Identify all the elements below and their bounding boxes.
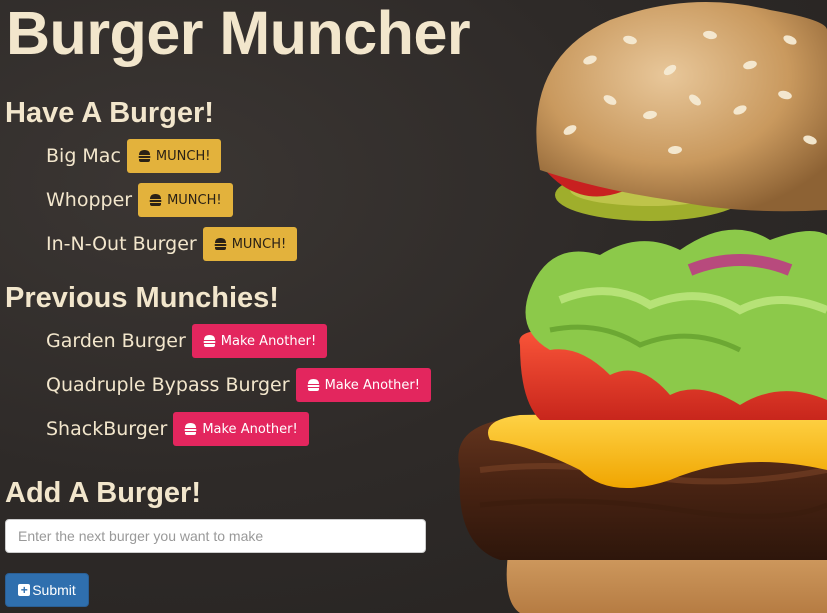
- burger-name: Quadruple Bypass Burger: [46, 374, 290, 396]
- have-burger-heading: Have A Burger!: [5, 97, 214, 129]
- make-another-button-label: Make Another!: [324, 377, 420, 393]
- list-item: Whopper MUNCH!: [46, 183, 233, 217]
- make-another-button-label: Make Another!: [202, 421, 298, 437]
- submit-button[interactable]: + Submit: [5, 573, 89, 607]
- make-another-button[interactable]: Make Another!: [173, 412, 309, 446]
- page-title: Burger Muncher: [6, 0, 471, 67]
- burger-name: In-N-Out Burger: [46, 233, 197, 255]
- burger-icon: [203, 335, 216, 347]
- list-item: ShackBurger Make Another!: [46, 412, 309, 446]
- burger-icon: [149, 194, 162, 206]
- munch-button[interactable]: MUNCH!: [126, 139, 222, 173]
- munch-button[interactable]: MUNCH!: [138, 183, 233, 217]
- list-item: Garden Burger Make Another!: [46, 324, 328, 358]
- burger-name: Garden Burger: [46, 330, 186, 352]
- munch-button-label: MUNCH!: [155, 148, 211, 164]
- munch-button-label: MUNCH!: [231, 236, 287, 252]
- submit-button-label: Submit: [32, 582, 76, 598]
- make-another-button[interactable]: Make Another!: [295, 368, 431, 402]
- burger-icon: [307, 379, 320, 391]
- burger-name-input[interactable]: [5, 519, 426, 553]
- munch-button-label: MUNCH!: [167, 192, 222, 208]
- burger-icon: [184, 423, 197, 435]
- burger-icon: [138, 150, 151, 162]
- add-burger-heading: Add A Burger!: [5, 477, 202, 509]
- burger-name: ShackBurger: [46, 418, 168, 440]
- burger-name: Whopper: [46, 189, 133, 211]
- make-another-button-label: Make Another!: [220, 333, 317, 349]
- list-item: Big Mac MUNCH!: [46, 139, 222, 173]
- previous-munchies-heading: Previous Munchies!: [5, 282, 279, 314]
- plus-square-icon: +: [18, 584, 31, 596]
- main-content: Burger Muncher Have A Burger! Big Mac MU…: [0, 0, 560, 613]
- make-another-button[interactable]: Make Another!: [191, 324, 328, 358]
- list-item: In-N-Out Burger MUNCH!: [46, 227, 298, 261]
- list-item: Quadruple Bypass Burger Make Another!: [46, 368, 431, 402]
- burger-name: Big Mac: [46, 145, 121, 167]
- burger-icon: [214, 238, 227, 250]
- munch-button[interactable]: MUNCH!: [202, 227, 298, 261]
